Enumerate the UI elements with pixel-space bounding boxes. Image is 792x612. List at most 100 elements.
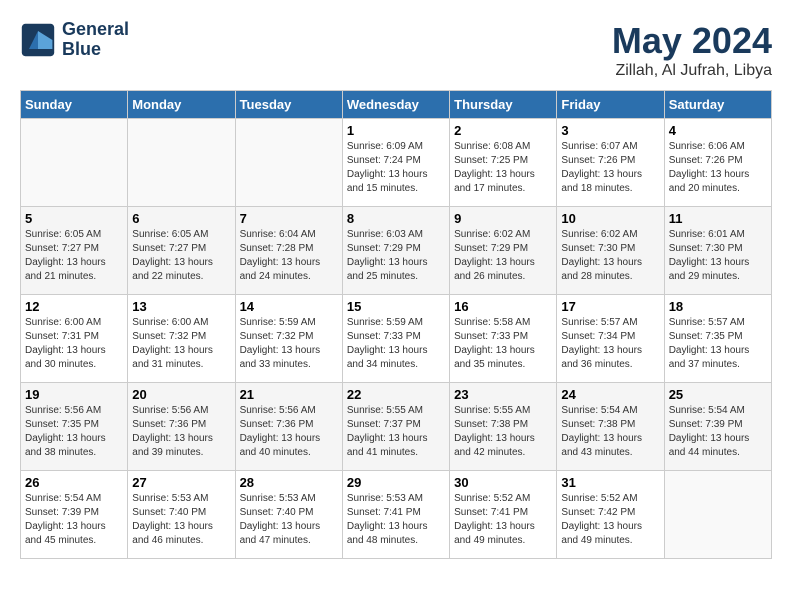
calendar-cell: 22 Sunrise: 5:55 AM Sunset: 7:37 PM Dayli…	[342, 383, 449, 471]
calendar-cell: 17 Sunrise: 5:57 AM Sunset: 7:34 PM Dayli…	[557, 295, 664, 383]
calendar-cell	[21, 119, 128, 207]
day-of-week-header: Friday	[557, 91, 664, 119]
calendar-cell: 7 Sunrise: 6:04 AM Sunset: 7:28 PM Daylig…	[235, 207, 342, 295]
calendar-cell: 1 Sunrise: 6:09 AM Sunset: 7:24 PM Daylig…	[342, 119, 449, 207]
day-number: 8	[347, 211, 445, 226]
day-number: 2	[454, 123, 552, 138]
day-number: 20	[132, 387, 230, 402]
calendar-cell: 21 Sunrise: 5:56 AM Sunset: 7:36 PM Dayli…	[235, 383, 342, 471]
day-number: 25	[669, 387, 767, 402]
day-of-week-header: Tuesday	[235, 91, 342, 119]
calendar-cell: 14 Sunrise: 5:59 AM Sunset: 7:32 PM Dayli…	[235, 295, 342, 383]
calendar-cell: 29Sunrise: 5:53 AM Sunset: 7:41 PM Dayli…	[342, 471, 449, 559]
calendar-subtitle: Zillah, Al Jufrah, Libya	[612, 62, 772, 80]
calendar-cell: 2 Sunrise: 6:08 AM Sunset: 7:25 PM Daylig…	[450, 119, 557, 207]
logo-text: General Blue	[62, 20, 129, 60]
day-info: Sunrise: 5:52 AM Sunset: 7:42 PM Dayligh…	[561, 492, 659, 548]
logo: General Blue	[20, 20, 129, 60]
day-info: Sunrise: 5:54 AM Sunset: 7:39 PM Dayligh…	[25, 492, 123, 548]
day-of-week-header: Monday	[128, 91, 235, 119]
day-info: Sunrise: 5:59 AM Sunset: 7:32 PM Dayligh…	[240, 316, 338, 372]
day-number: 6	[132, 211, 230, 226]
day-info: Sunrise: 5:57 AM Sunset: 7:35 PM Dayligh…	[669, 316, 767, 372]
day-number: 31	[561, 475, 659, 490]
calendar-header-row: SundayMondayTuesdayWednesdayThursdayFrid…	[21, 91, 772, 119]
day-number: 10	[561, 211, 659, 226]
calendar-title: May 2024	[612, 20, 772, 62]
day-info: Sunrise: 6:05 AM Sunset: 7:27 PM Dayligh…	[132, 228, 230, 284]
calendar-cell: 19Sunrise: 5:56 AM Sunset: 7:35 PM Dayli…	[21, 383, 128, 471]
calendar-cell: 20 Sunrise: 5:56 AM Sunset: 7:36 PM Dayli…	[128, 383, 235, 471]
day-number: 4	[669, 123, 767, 138]
calendar-cell: 9 Sunrise: 6:02 AM Sunset: 7:29 PM Daylig…	[450, 207, 557, 295]
day-number: 16	[454, 299, 552, 314]
day-info: Sunrise: 5:55 AM Sunset: 7:37 PM Dayligh…	[347, 404, 445, 460]
day-info: Sunrise: 6:00 AM Sunset: 7:31 PM Dayligh…	[25, 316, 123, 372]
day-number: 5	[25, 211, 123, 226]
day-info: Sunrise: 6:01 AM Sunset: 7:30 PM Dayligh…	[669, 228, 767, 284]
day-number: 22	[347, 387, 445, 402]
day-info: Sunrise: 6:02 AM Sunset: 7:29 PM Dayligh…	[454, 228, 552, 284]
day-of-week-header: Thursday	[450, 91, 557, 119]
day-of-week-header: Sunday	[21, 91, 128, 119]
day-info: Sunrise: 6:05 AM Sunset: 7:27 PM Dayligh…	[25, 228, 123, 284]
calendar-cell: 18 Sunrise: 5:57 AM Sunset: 7:35 PM Dayli…	[664, 295, 771, 383]
day-info: Sunrise: 5:56 AM Sunset: 7:35 PM Dayligh…	[25, 404, 123, 460]
calendar-week-row: 5 Sunrise: 6:05 AM Sunset: 7:27 PM Daylig…	[21, 207, 772, 295]
calendar-cell: 27Sunrise: 5:53 AM Sunset: 7:40 PM Dayli…	[128, 471, 235, 559]
calendar-cell: 30 Sunrise: 5:52 AM Sunset: 7:41 PM Dayli…	[450, 471, 557, 559]
calendar-cell: 25Sunrise: 5:54 AM Sunset: 7:39 PM Dayli…	[664, 383, 771, 471]
day-number: 9	[454, 211, 552, 226]
day-number: 1	[347, 123, 445, 138]
title-block: May 2024 Zillah, Al Jufrah, Libya	[612, 20, 772, 80]
day-number: 11	[669, 211, 767, 226]
day-info: Sunrise: 5:56 AM Sunset: 7:36 PM Dayligh…	[132, 404, 230, 460]
calendar-week-row: 26 Sunrise: 5:54 AM Sunset: 7:39 PM Dayli…	[21, 471, 772, 559]
logo-icon	[20, 22, 56, 58]
calendar-cell: 26 Sunrise: 5:54 AM Sunset: 7:39 PM Dayli…	[21, 471, 128, 559]
calendar-cell: 3 Sunrise: 6:07 AM Sunset: 7:26 PM Daylig…	[557, 119, 664, 207]
day-number: 7	[240, 211, 338, 226]
day-info: Sunrise: 6:09 AM Sunset: 7:24 PM Dayligh…	[347, 140, 445, 196]
calendar-cell: 5 Sunrise: 6:05 AM Sunset: 7:27 PM Daylig…	[21, 207, 128, 295]
day-info: Sunrise: 5:53 AM Sunset: 7:40 PM Dayligh…	[240, 492, 338, 548]
day-info: Sunrise: 6:00 AM Sunset: 7:32 PM Dayligh…	[132, 316, 230, 372]
calendar-cell: 4 Sunrise: 6:06 AM Sunset: 7:26 PM Daylig…	[664, 119, 771, 207]
day-number: 12	[25, 299, 123, 314]
day-number: 26	[25, 475, 123, 490]
day-number: 18	[669, 299, 767, 314]
calendar-cell	[664, 471, 771, 559]
day-of-week-header: Saturday	[664, 91, 771, 119]
day-info: Sunrise: 6:03 AM Sunset: 7:29 PM Dayligh…	[347, 228, 445, 284]
day-number: 23	[454, 387, 552, 402]
calendar-cell: 28Sunrise: 5:53 AM Sunset: 7:40 PM Dayli…	[235, 471, 342, 559]
calendar-cell: 8 Sunrise: 6:03 AM Sunset: 7:29 PM Daylig…	[342, 207, 449, 295]
calendar-cell: 24Sunrise: 5:54 AM Sunset: 7:38 PM Dayli…	[557, 383, 664, 471]
calendar-week-row: 19Sunrise: 5:56 AM Sunset: 7:35 PM Dayli…	[21, 383, 772, 471]
day-info: Sunrise: 6:07 AM Sunset: 7:26 PM Dayligh…	[561, 140, 659, 196]
day-info: Sunrise: 5:57 AM Sunset: 7:34 PM Dayligh…	[561, 316, 659, 372]
day-info: Sunrise: 5:59 AM Sunset: 7:33 PM Dayligh…	[347, 316, 445, 372]
day-info: Sunrise: 5:55 AM Sunset: 7:38 PM Dayligh…	[454, 404, 552, 460]
day-number: 17	[561, 299, 659, 314]
day-info: Sunrise: 5:52 AM Sunset: 7:41 PM Dayligh…	[454, 492, 552, 548]
day-number: 3	[561, 123, 659, 138]
calendar-cell: 31 Sunrise: 5:52 AM Sunset: 7:42 PM Dayli…	[557, 471, 664, 559]
day-info: Sunrise: 6:02 AM Sunset: 7:30 PM Dayligh…	[561, 228, 659, 284]
day-info: Sunrise: 6:08 AM Sunset: 7:25 PM Dayligh…	[454, 140, 552, 196]
day-info: Sunrise: 6:06 AM Sunset: 7:26 PM Dayligh…	[669, 140, 767, 196]
calendar-cell: 13 Sunrise: 6:00 AM Sunset: 7:32 PM Dayli…	[128, 295, 235, 383]
calendar-cell: 12 Sunrise: 6:00 AM Sunset: 7:31 PM Dayli…	[21, 295, 128, 383]
calendar-cell: 11 Sunrise: 6:01 AM Sunset: 7:30 PM Dayli…	[664, 207, 771, 295]
day-number: 13	[132, 299, 230, 314]
day-number: 30	[454, 475, 552, 490]
day-info: Sunrise: 5:53 AM Sunset: 7:41 PM Dayligh…	[347, 492, 445, 548]
day-number: 21	[240, 387, 338, 402]
day-number: 14	[240, 299, 338, 314]
day-of-week-header: Wednesday	[342, 91, 449, 119]
calendar-cell	[235, 119, 342, 207]
day-info: Sunrise: 5:56 AM Sunset: 7:36 PM Dayligh…	[240, 404, 338, 460]
day-info: Sunrise: 6:04 AM Sunset: 7:28 PM Dayligh…	[240, 228, 338, 284]
calendar-cell	[128, 119, 235, 207]
day-number: 24	[561, 387, 659, 402]
